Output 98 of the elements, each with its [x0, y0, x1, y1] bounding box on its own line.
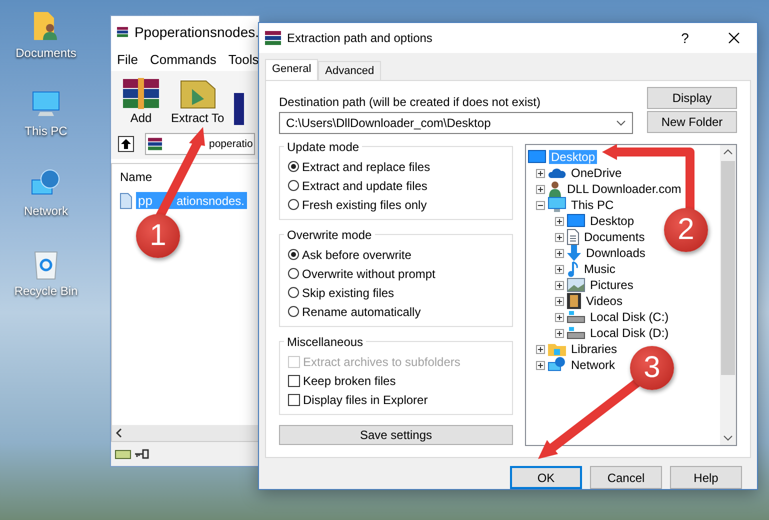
radio-button[interactable]	[288, 199, 299, 210]
side-button[interactable]: Display	[647, 87, 737, 109]
group-title: Update mode	[284, 140, 362, 154]
option-label[interactable]: Keep broken files	[303, 374, 396, 388]
network-globe-icon	[548, 357, 566, 373]
save-settings-button[interactable]: Save settings	[279, 425, 513, 445]
key-icon	[135, 449, 149, 459]
folder-tree-item[interactable]: OneDrive	[569, 166, 624, 180]
horizontal-scrollbar[interactable]	[112, 425, 258, 441]
option-label[interactable]: Skip existing files	[302, 286, 394, 300]
folder-tree-item[interactable]: Local Disk (D:)	[588, 326, 671, 340]
folder-tree-item[interactable]: Local Disk (C:)	[588, 310, 671, 324]
expander-icon[interactable]	[536, 344, 545, 354]
radio-button[interactable]	[288, 287, 299, 298]
folder-tree-item[interactable]: Videos	[584, 294, 624, 308]
menu-item[interactable]: File	[117, 52, 138, 67]
path-field[interactable]: poperatio	[145, 133, 255, 155]
option-label[interactable]: Display files in Explorer	[303, 392, 428, 406]
radio-button[interactable]	[288, 180, 299, 191]
folder-tree-item[interactable]: Pictures	[588, 278, 636, 292]
drive-icon	[115, 448, 131, 460]
vertical-scrollbar[interactable]	[720, 145, 736, 445]
folder-tree-item[interactable]: Downloads	[584, 246, 648, 260]
film-icon	[567, 293, 581, 309]
help-button[interactable]: ?	[665, 30, 705, 46]
option-label[interactable]: Fresh existing files only	[302, 198, 427, 212]
close-icon	[728, 32, 740, 44]
folder-tree-item[interactable]: DLL Downloader.com	[565, 182, 684, 196]
toolbar-button[interactable]: Extract To	[171, 77, 224, 125]
option-label[interactable]: Rename automatically	[302, 304, 421, 318]
folder-tree-item[interactable]: Music	[582, 262, 618, 276]
expander-icon[interactable]	[536, 360, 545, 370]
up-folder-button[interactable]	[115, 134, 137, 154]
user-icon	[548, 181, 562, 197]
chevron-down-icon[interactable]	[616, 120, 626, 126]
expander-icon[interactable]	[555, 216, 564, 226]
file-icon	[120, 192, 132, 208]
dialog-title: Extraction path and options	[287, 31, 434, 45]
file-name-fragment: pp	[138, 193, 152, 208]
dialog-button[interactable]: Help	[670, 466, 742, 489]
scroll-up-icon[interactable]	[723, 149, 733, 155]
archive-books-icon	[148, 137, 162, 151]
expander-icon[interactable]	[555, 280, 564, 290]
radio-button[interactable]	[288, 161, 299, 172]
checkbox[interactable]	[288, 374, 300, 386]
radio-button[interactable]	[288, 306, 299, 317]
group-title: Overwrite mode	[284, 228, 375, 242]
radio-button[interactable]	[288, 268, 299, 279]
column-header[interactable]: Name	[112, 164, 258, 190]
field-label: Destination path (will be created if does not exist)	[279, 95, 542, 109]
group-title: Miscellaneous	[284, 335, 366, 349]
book-icon	[234, 93, 244, 125]
cloud-icon	[548, 167, 566, 179]
archive-books-icon	[117, 24, 128, 40]
folder-tree-item[interactable]: Libraries	[569, 342, 620, 356]
radio-button[interactable]	[288, 249, 299, 260]
expander-icon[interactable]	[555, 264, 564, 274]
option-label[interactable]: Overwrite without prompt	[302, 266, 436, 280]
archive-books-icon	[265, 30, 281, 46]
expander-icon[interactable]	[555, 312, 564, 322]
option-label[interactable]: Extract and replace files	[302, 160, 430, 174]
folder-tree-item[interactable]: Desktop	[588, 214, 636, 228]
monitor-icon	[528, 150, 546, 164]
folder-tree-item[interactable]: Documents	[582, 230, 647, 244]
folder-icon	[548, 342, 566, 356]
monitor-icon	[567, 214, 585, 228]
checkbox[interactable]	[288, 394, 300, 406]
down-arrow-icon	[567, 245, 581, 261]
toolbar-button[interactable]: Add	[121, 77, 161, 125]
scroll-down-icon[interactable]	[723, 435, 733, 441]
expander-icon[interactable]	[536, 200, 545, 210]
menu-item[interactable]: Tools	[228, 52, 259, 67]
side-button[interactable]: New Folder	[647, 111, 737, 133]
archive-books-icon	[121, 77, 161, 109]
file-name-fragment: ationsnodes.	[176, 194, 245, 208]
expander-icon[interactable]	[536, 168, 545, 178]
drive-icon	[567, 311, 585, 323]
window-title: Ppoperationsnodes.	[134, 24, 259, 40]
expander-icon[interactable]	[555, 296, 564, 306]
tab[interactable]: Advanced	[318, 61, 382, 80]
expander-icon[interactable]	[555, 328, 564, 338]
destination-path-field[interactable]: C:\Users\DllDownloader_com\Desktop	[279, 112, 633, 134]
menu-item[interactable]: Commands	[150, 52, 216, 67]
expander-icon[interactable]	[555, 248, 564, 258]
folder-tree-item[interactable]: This PC	[569, 198, 616, 212]
option-label[interactable]: Ask before overwrite	[302, 248, 412, 262]
music-note-icon	[567, 261, 579, 277]
document-icon	[567, 229, 579, 245]
computer-icon	[548, 197, 566, 213]
expander-icon[interactable]	[555, 232, 564, 242]
dialog-button[interactable]: OK	[510, 466, 582, 489]
landscape-picture-icon	[567, 278, 585, 292]
dialog-button[interactable]: Cancel	[590, 466, 662, 489]
drive-icon	[567, 327, 585, 339]
expander-icon[interactable]	[536, 184, 545, 194]
option-label[interactable]: Extract and update files	[302, 178, 428, 192]
tab[interactable]: General	[265, 59, 318, 80]
folder-tree-item[interactable]: Network	[569, 358, 618, 372]
